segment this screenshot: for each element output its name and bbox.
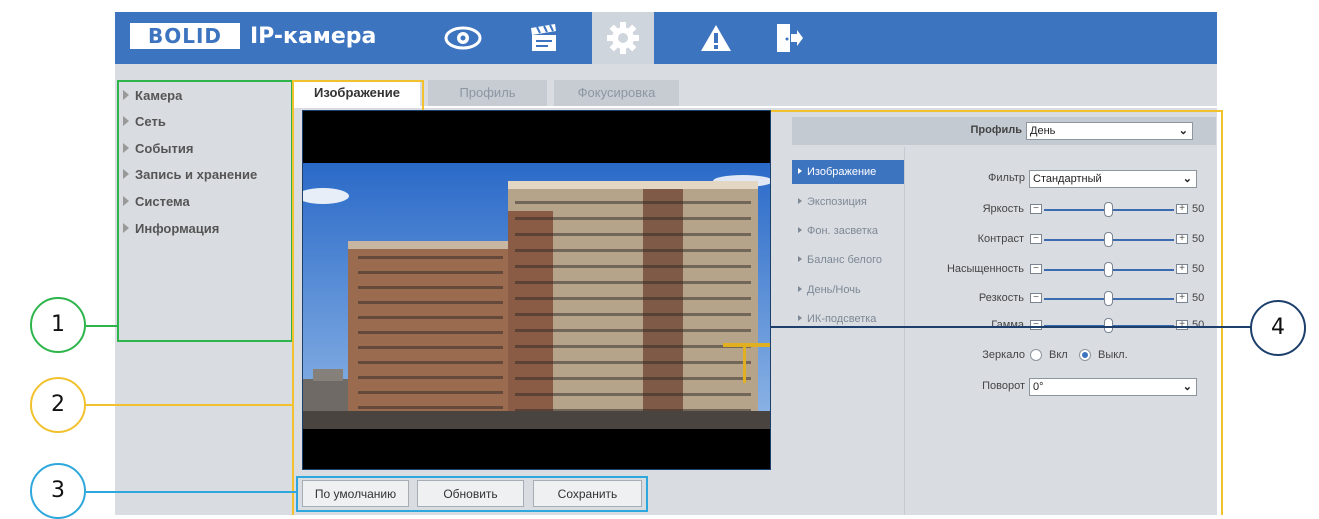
brightness-plus-button[interactable]: + bbox=[1176, 204, 1188, 214]
settings-separator bbox=[904, 147, 905, 515]
chevron-down-icon: ⌄ bbox=[1178, 125, 1188, 137]
settings-menu-backlight[interactable]: Фон. засветка bbox=[792, 219, 904, 243]
rotate-value: 0° bbox=[1033, 381, 1044, 393]
filter-value: Стандартный bbox=[1033, 173, 1102, 185]
profile-label: Профиль bbox=[970, 124, 1022, 136]
brightness-value: 50 bbox=[1192, 203, 1205, 215]
mirror-off-radio[interactable] bbox=[1079, 349, 1091, 361]
tab-profile[interactable]: Профиль bbox=[428, 80, 547, 106]
tab-highlight bbox=[292, 80, 424, 110]
profile-bar: Профиль День ⌄ bbox=[792, 117, 1216, 145]
playback-nav-button[interactable] bbox=[513, 12, 575, 64]
saturation-value: 50 bbox=[1192, 263, 1205, 275]
brightness-slider-handle[interactable] bbox=[1104, 202, 1113, 217]
default-button[interactable]: По умолчанию bbox=[302, 480, 409, 507]
saturation-plus-button[interactable]: + bbox=[1176, 264, 1188, 274]
saturation-slider-handle[interactable] bbox=[1104, 262, 1113, 277]
filter-label: Фильтр bbox=[988, 172, 1025, 184]
callout-line-2 bbox=[86, 404, 294, 406]
settings-nav-button[interactable] bbox=[592, 12, 654, 64]
triangle-right-icon bbox=[798, 286, 802, 292]
mirror-label: Зеркало bbox=[982, 349, 1025, 361]
tab-focus[interactable]: Фокусировка bbox=[554, 80, 679, 106]
main-highlight-top bbox=[771, 110, 1223, 112]
top-header: BOLID IP-камера bbox=[115, 12, 1217, 64]
triangle-right-icon bbox=[798, 256, 802, 262]
sharpness-plus-button[interactable]: + bbox=[1176, 293, 1188, 303]
settings-menu-exposure[interactable]: Экспозиция bbox=[792, 190, 904, 214]
callout-line-1 bbox=[86, 325, 118, 327]
mirror-on-radio[interactable] bbox=[1030, 349, 1042, 361]
tab-underline bbox=[292, 106, 1217, 108]
callout-2: 2 bbox=[30, 377, 86, 433]
logout-icon bbox=[777, 24, 803, 52]
settings-menu-day-night[interactable]: День/Ночь bbox=[792, 278, 904, 302]
brightness-minus-button[interactable]: − bbox=[1030, 204, 1042, 214]
settings-menu-image[interactable]: Изображение bbox=[792, 160, 904, 184]
gamma-value: 50 bbox=[1192, 319, 1205, 331]
contrast-slider-handle[interactable] bbox=[1104, 232, 1113, 247]
callout-1: 1 bbox=[30, 297, 86, 353]
contrast-value: 50 bbox=[1192, 233, 1205, 245]
triangle-right-icon bbox=[798, 315, 802, 321]
logout-nav-button[interactable] bbox=[758, 12, 820, 64]
brightness-label: Яркость bbox=[982, 203, 1024, 215]
video-preview bbox=[302, 110, 771, 470]
callout-line-4 bbox=[771, 326, 1251, 328]
sharpness-label: Резкость bbox=[978, 292, 1024, 304]
contrast-minus-button[interactable]: − bbox=[1030, 234, 1042, 244]
triangle-right-icon bbox=[798, 168, 802, 174]
filter-select[interactable]: Стандартный ⌄ bbox=[1029, 170, 1197, 188]
sharpness-slider-handle[interactable] bbox=[1104, 291, 1113, 306]
callout-3: 3 bbox=[30, 463, 86, 519]
gear-icon bbox=[607, 22, 639, 54]
rotate-select[interactable]: 0° ⌄ bbox=[1029, 378, 1197, 396]
profile-value: День bbox=[1030, 125, 1056, 137]
chevron-down-icon: ⌄ bbox=[1182, 173, 1192, 185]
main-highlight-left bbox=[292, 110, 294, 515]
callout-4: 4 bbox=[1250, 300, 1306, 356]
triangle-right-icon bbox=[798, 198, 802, 204]
warning-icon bbox=[701, 25, 731, 51]
sidebar-highlight bbox=[117, 80, 293, 342]
gamma-plus-button[interactable]: + bbox=[1176, 320, 1188, 330]
clapperboard-icon bbox=[531, 24, 556, 51]
gamma-label: Гамма bbox=[991, 319, 1024, 331]
contrast-plus-button[interactable]: + bbox=[1176, 234, 1188, 244]
camera-image bbox=[303, 111, 770, 469]
brand-logo: BOLID bbox=[130, 23, 240, 49]
sharpness-value: 50 bbox=[1192, 292, 1205, 304]
alarm-nav-button[interactable] bbox=[685, 12, 747, 64]
gamma-minus-button[interactable]: − bbox=[1030, 320, 1042, 330]
refresh-button[interactable]: Обновить bbox=[417, 480, 524, 507]
profile-select[interactable]: День ⌄ bbox=[1026, 122, 1193, 140]
main-highlight-right bbox=[1221, 110, 1223, 515]
contrast-label: Контраст bbox=[977, 233, 1024, 245]
live-view-nav-button[interactable] bbox=[432, 12, 494, 64]
mirror-off-label: Выкл. bbox=[1098, 349, 1128, 361]
product-title: IP-камера bbox=[250, 24, 377, 49]
saturation-minus-button[interactable]: − bbox=[1030, 264, 1042, 274]
save-button[interactable]: Сохранить bbox=[533, 480, 642, 507]
saturation-label: Насыщенность bbox=[946, 263, 1024, 275]
eye-icon bbox=[444, 26, 482, 50]
triangle-right-icon bbox=[798, 227, 802, 233]
mirror-on-label: Вкл bbox=[1049, 349, 1068, 361]
settings-menu-white-balance[interactable]: Баланс белого bbox=[792, 248, 904, 272]
callout-line-3 bbox=[86, 491, 297, 493]
chevron-down-icon: ⌄ bbox=[1182, 381, 1192, 393]
rotate-label: Поворот bbox=[982, 380, 1025, 392]
sharpness-minus-button[interactable]: − bbox=[1030, 293, 1042, 303]
